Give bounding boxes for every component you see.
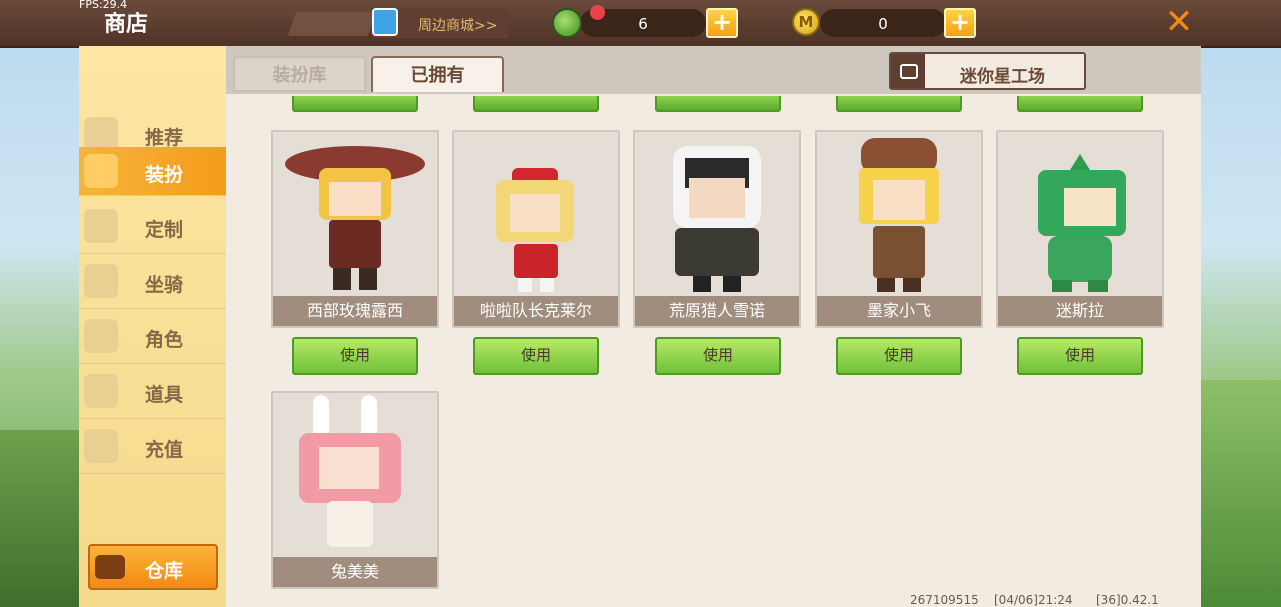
sidebar-item-label: 推荐 xyxy=(145,127,184,149)
sidebar-item-customize[interactable]: 定制 xyxy=(79,199,226,254)
skin-card[interactable]: 西部玫瑰露西 xyxy=(271,130,439,328)
sidebar-item-character[interactable]: 角色 xyxy=(79,309,226,364)
add-beans-button[interactable]: + xyxy=(706,8,738,38)
version-label: [36]0.42.1 xyxy=(1096,593,1159,607)
sidebar-item-label: 装扮 xyxy=(145,164,184,186)
sidebar-item-props[interactable]: 道具 xyxy=(79,364,226,419)
use-button-partial[interactable] xyxy=(655,96,781,112)
skin-thumbnail xyxy=(299,395,401,547)
use-button-partial[interactable] xyxy=(1017,96,1143,112)
page-title: 商店 xyxy=(104,12,149,37)
use-button[interactable]: 使用 xyxy=(1017,337,1143,375)
outfit-icon xyxy=(84,154,118,188)
warehouse-label[interactable]: 仓库 xyxy=(145,556,183,583)
skin-name: 迷斯拉 xyxy=(998,296,1162,326)
skin-name: 荒原猎人雪诺 xyxy=(635,296,799,326)
sidebar-item-label: 充值 xyxy=(145,439,184,461)
sidebar: 推荐 装扮 定制 坐骑 角色 道具 充值 xyxy=(79,46,233,607)
mount-icon xyxy=(84,264,118,298)
use-button[interactable]: 使用 xyxy=(836,337,962,375)
skin-card[interactable]: 兔美美 xyxy=(271,391,439,589)
skin-name: 兔美美 xyxy=(273,557,437,587)
add-coins-button[interactable]: + xyxy=(944,8,976,38)
props-icon xyxy=(84,374,118,408)
skin-thumbnail xyxy=(285,146,425,290)
sidebar-item-label: 角色 xyxy=(145,329,184,351)
skin-card[interactable]: 啦啦队长克莱尔 xyxy=(452,130,620,328)
use-button[interactable]: 使用 xyxy=(473,337,599,375)
tab-owned[interactable]: 已拥有 xyxy=(371,56,504,92)
coins-icon xyxy=(84,429,118,463)
sidebar-item-label: 定制 xyxy=(145,219,184,241)
use-button-partial[interactable] xyxy=(836,96,962,112)
background-scenery-left xyxy=(0,430,80,607)
mini-coin-icon: M xyxy=(792,8,820,36)
skin-thumbnail xyxy=(1038,154,1126,292)
use-button-partial[interactable] xyxy=(473,96,599,112)
close-icon[interactable]: ✕ xyxy=(1163,5,1195,39)
tab-outfit-library[interactable]: 装扮库 xyxy=(233,56,366,92)
sidebar-item-label: 道具 xyxy=(145,384,184,406)
use-button[interactable]: 使用 xyxy=(292,337,418,375)
skin-thumbnail xyxy=(859,138,939,292)
customize-icon xyxy=(84,209,118,243)
shopping-bag-icon xyxy=(372,8,398,36)
treasure-chest-icon xyxy=(95,555,125,579)
skin-name: 啦啦队长克莱尔 xyxy=(454,296,618,326)
sidebar-item-mount[interactable]: 坐骑 xyxy=(79,254,226,309)
mini-bean-icon xyxy=(552,8,582,38)
datetime-stamp: [04/06]21:24 xyxy=(994,593,1073,607)
user-id: 267109515 xyxy=(910,593,979,607)
skin-card[interactable]: 墨家小飞 xyxy=(815,130,983,328)
skin-thumbnail xyxy=(673,146,761,292)
skin-name: 西部玫瑰露西 xyxy=(273,296,437,326)
sidebar-item-label: 坐骑 xyxy=(145,274,184,296)
decorative-stripe xyxy=(287,12,377,36)
sidebar-item-recharge[interactable]: 充值 xyxy=(79,419,226,474)
sidebar-item-outfit[interactable]: 装扮 xyxy=(79,147,233,196)
use-button[interactable]: 使用 xyxy=(655,337,781,375)
thumbs-up-icon xyxy=(84,117,118,151)
background-scenery-right xyxy=(1200,380,1281,607)
mini-bean-value: 6 xyxy=(638,15,648,33)
mini-coin-value: 0 xyxy=(878,15,888,33)
notification-dot-icon xyxy=(590,5,605,20)
skin-thumbnail xyxy=(496,168,574,292)
skin-card[interactable]: 荒原猎人雪诺 xyxy=(633,130,801,328)
character-icon xyxy=(84,319,118,353)
use-button-partial[interactable] xyxy=(292,96,418,112)
skin-name: 墨家小飞 xyxy=(817,296,981,326)
mini-workshop-label[interactable]: 迷你星工场 xyxy=(960,62,1045,87)
camera-icon xyxy=(891,54,925,88)
merch-store-label[interactable]: 周边商城>> xyxy=(418,15,497,35)
skin-card[interactable]: 迷斯拉 xyxy=(996,130,1164,328)
